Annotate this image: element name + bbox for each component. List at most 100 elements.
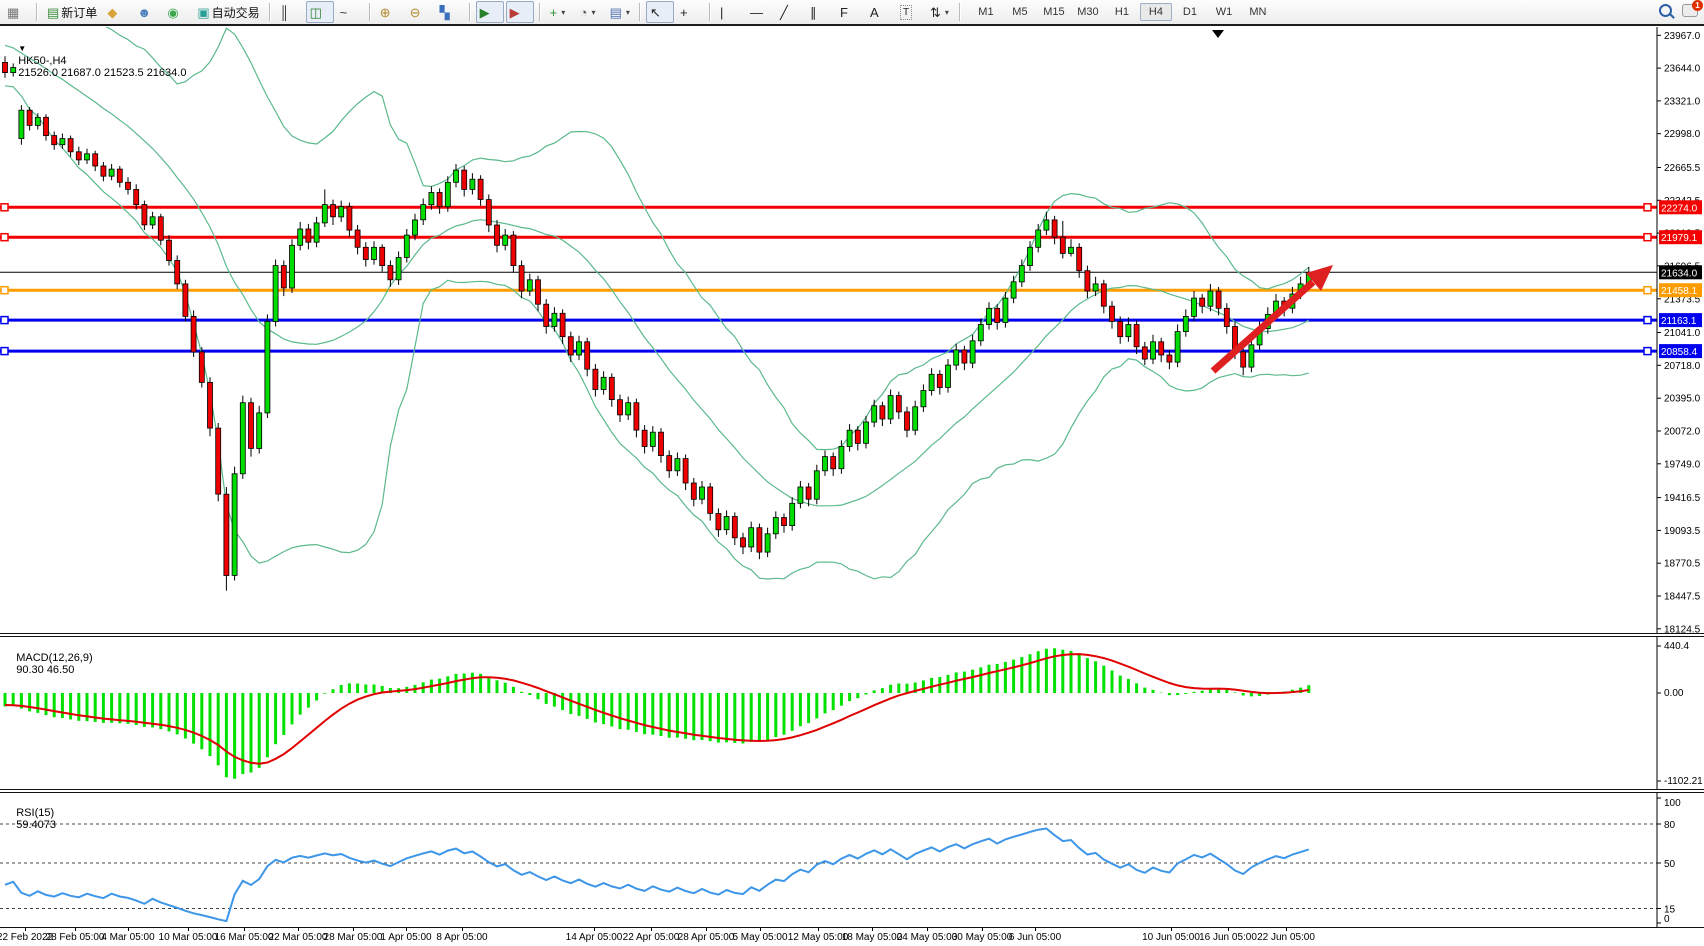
- candle-body: [716, 514, 721, 530]
- candle-body: [675, 459, 680, 471]
- hline-start-marker[interactable]: [1, 234, 8, 241]
- hline-start-marker[interactable]: [1, 317, 8, 324]
- auto-scroll-button[interactable]: ▶: [506, 1, 534, 23]
- rsi-canvas[interactable]: 1008050150: [0, 793, 1704, 927]
- gold-icon[interactable]: ◆: [103, 1, 131, 23]
- hline-button[interactable]: —: [746, 1, 774, 23]
- macd-canvas[interactable]: 440.40.00-1102.21: [0, 637, 1704, 789]
- time-axis[interactable]: 22 Feb 202228 Feb 05:004 Mar 05:0010 Mar…: [0, 927, 1704, 946]
- time-axis-label: 8 Apr 05:00: [417, 932, 507, 943]
- time-tick: [927, 928, 928, 931]
- hline-end-marker[interactable]: [1644, 317, 1651, 324]
- new-order-button[interactable]: ▤新订单: [43, 1, 101, 23]
- timeframe-d1-button[interactable]: D1: [1174, 3, 1206, 21]
- candle-body: [314, 223, 319, 242]
- candle-body: [470, 179, 475, 189]
- candle-body: [1093, 284, 1098, 291]
- hline-start-marker[interactable]: [1, 287, 8, 294]
- price-tick-label: 23321.0: [1664, 96, 1701, 107]
- time-tick: [406, 928, 407, 931]
- candle-body: [954, 350, 959, 365]
- timeframe-m1-button[interactable]: M1: [970, 3, 1002, 21]
- timeframe-m30-button[interactable]: M30: [1072, 3, 1104, 21]
- candle-body: [150, 217, 155, 225]
- caret-down-icon: ▾: [626, 8, 630, 17]
- candlestick-chart-button[interactable]: ◫: [306, 1, 334, 23]
- time-tick: [353, 928, 354, 931]
- time-tick: [1035, 928, 1036, 931]
- template-button[interactable]: ▤▾: [606, 1, 634, 23]
- price-tick-label: 23967.0: [1664, 31, 1701, 42]
- timeframe-mn-button[interactable]: MN: [1242, 3, 1274, 21]
- price-chart-pane[interactable]: 23967.023644.023321.022998.022665.522342…: [0, 27, 1704, 633]
- arrows-button[interactable]: ⇅▾: [926, 1, 954, 23]
- text-button[interactable]: A: [866, 1, 894, 23]
- rsi-pane[interactable]: 1008050150: [0, 793, 1704, 927]
- rsi-axis-label: 50: [1664, 859, 1676, 870]
- timeframe-m5-button[interactable]: M5: [1004, 3, 1036, 21]
- hline-start-marker[interactable]: [1, 348, 8, 355]
- timeframe-w1-button[interactable]: W1: [1208, 3, 1240, 21]
- candle-body: [978, 325, 983, 341]
- price-level-badge-label: 21458.1: [1661, 286, 1698, 297]
- timeframe-h1-button[interactable]: H1: [1106, 3, 1138, 21]
- toolbar-separator: [639, 3, 641, 21]
- candle-body: [585, 342, 590, 369]
- hline-start-marker[interactable]: [1, 204, 8, 211]
- zoom-in-button[interactable]: ⊕: [376, 1, 404, 23]
- hline-end-marker[interactable]: [1644, 348, 1651, 355]
- macd-pane[interactable]: 440.40.00-1102.21: [0, 637, 1704, 789]
- vline-button[interactable]: |: [716, 1, 744, 23]
- candle-body: [413, 220, 418, 235]
- line-chart-button[interactable]: ~: [336, 1, 364, 23]
- macd-axis-label: -1102.21: [1664, 776, 1703, 787]
- timeframe-h4-button[interactable]: H4: [1140, 3, 1172, 21]
- macd-title: MACD(12,26,9): [16, 652, 92, 664]
- auto-trading-button[interactable]: ▣自动交易: [193, 1, 263, 23]
- candlestick-chart-icon: ◫: [310, 6, 322, 19]
- search-icon[interactable]: [1659, 4, 1672, 17]
- hline-end-marker[interactable]: [1644, 234, 1651, 241]
- chart-header: ▼ HK50-,H4 21526.0 21687.0 21523.5 21634…: [6, 31, 186, 91]
- symbol-dropdown-icon[interactable]: ▼: [18, 44, 26, 53]
- candle-body: [987, 308, 992, 324]
- tile-windows-icon: ▚: [440, 6, 450, 19]
- channel-button[interactable]: ∥: [806, 1, 834, 23]
- candle-body: [290, 245, 295, 288]
- cursor-button[interactable]: ↖: [646, 1, 674, 23]
- tile-windows-button[interactable]: ▚: [436, 1, 464, 23]
- add-indicator-button[interactable]: +▾: [546, 1, 574, 23]
- notifications-icon[interactable]: 1: [1682, 4, 1698, 17]
- zoom-out-button[interactable]: ⊖: [406, 1, 434, 23]
- fibonacci-button[interactable]: F: [836, 1, 864, 23]
- price-chart-canvas[interactable]: 23967.023644.023321.022998.022665.522342…: [0, 27, 1704, 633]
- candle-body: [396, 258, 401, 280]
- zoom-in-icon: ⊕: [380, 6, 391, 19]
- rsi-axis-label: 0: [1664, 914, 1670, 925]
- trendline-button[interactable]: ╱: [776, 1, 804, 23]
- auto-trading-icon: ▣: [197, 6, 209, 19]
- crosshair-button[interactable]: +: [676, 1, 704, 23]
- new-order-icon: ▤: [47, 6, 59, 19]
- scroll-to-end-button[interactable]: ▶: [476, 1, 504, 23]
- price-tick-label: 21041.0: [1664, 328, 1701, 339]
- label-button[interactable]: T: [896, 1, 924, 23]
- bollinger-lower-band: [5, 86, 1309, 579]
- candle-body: [363, 247, 368, 259]
- hline-end-marker[interactable]: [1644, 287, 1651, 294]
- candle-body: [1019, 266, 1024, 282]
- candle-body: [921, 391, 926, 407]
- support-icon[interactable]: ☻: [133, 1, 161, 23]
- hline-end-marker[interactable]: [1644, 204, 1651, 211]
- periods-button[interactable]: ◔▾: [576, 1, 604, 23]
- signal-icon[interactable]: ◉: [163, 1, 191, 23]
- chart-window-icon-icon: ▦: [7, 6, 19, 19]
- bar-chart-button[interactable]: ║: [276, 1, 304, 23]
- timeframe-m15-button[interactable]: M15: [1038, 3, 1070, 21]
- candle-body: [76, 152, 81, 160]
- candle-body: [93, 154, 98, 166]
- candle-body: [35, 117, 40, 125]
- candle-body: [683, 459, 688, 483]
- chart-window-icon[interactable]: ▦: [3, 1, 31, 23]
- candle-body: [749, 528, 754, 547]
